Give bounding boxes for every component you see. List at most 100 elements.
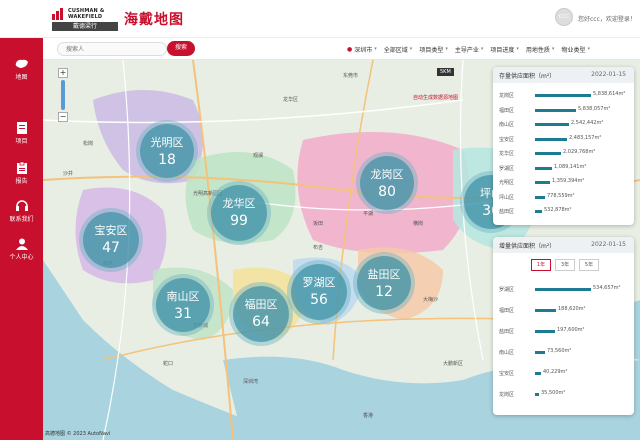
district-count: 99 [230, 213, 248, 229]
filter-label: 深圳市 [354, 46, 373, 54]
row-bar [535, 152, 561, 155]
tab-3-years[interactable]: 3年 [555, 259, 575, 271]
district-count: 31 [174, 306, 192, 322]
stock-supply-panel: 存量供应面积（m²） 2022-01-15 龙岗区 5,838,614m² 福田区 5… [493, 67, 634, 225]
row-bar [535, 372, 541, 375]
district-name: 福田区 [244, 298, 278, 311]
district-bubble-nanshan[interactable]: 南山区 31 [156, 278, 210, 332]
row-value: 2,542,442m² [571, 120, 604, 126]
filter-label: 物业类型 [561, 46, 586, 54]
logo-mark-icon [52, 8, 66, 20]
zoom-slider[interactable] [61, 80, 65, 110]
logo-line2: WAKEFIELD [68, 14, 103, 20]
tab-1-year[interactable]: 1年 [531, 259, 551, 271]
row-district: 宝安区 [499, 371, 515, 377]
sidebar-item-label: 地图 [15, 74, 28, 81]
district-bubble-yantian[interactable]: 盐田区 12 [357, 256, 411, 310]
filter-industry[interactable]: 主导产业 ▾ [455, 45, 484, 54]
sidebar-item-contact[interactable]: 联系我们 [0, 198, 43, 232]
sidebar-item-map[interactable]: 地图 [0, 56, 43, 90]
filter-progress[interactable]: 项目进度 ▾ [490, 45, 519, 54]
filter-label: 项目进度 [490, 46, 515, 54]
district-name: 盐田区 [367, 268, 401, 281]
search-input[interactable] [57, 42, 167, 56]
filter-label: 全部区域 [383, 46, 408, 54]
sidebar-item-label: 项目 [15, 138, 28, 145]
row-value: 197,600m² [557, 327, 585, 333]
row-district: 光明区 [499, 180, 515, 186]
sidebar-item-report[interactable]: 报告 [0, 160, 43, 194]
row-bar [535, 351, 545, 354]
row-bar [535, 94, 591, 97]
district-bubble-futian[interactable]: 福田区 64 [233, 286, 289, 342]
filter-region[interactable]: 全部区域 ▾ [384, 45, 413, 54]
filter-project-type[interactable]: 项目类型 ▾ [419, 45, 448, 54]
filter-property-type[interactable]: 物业类型 ▾ [561, 45, 590, 54]
cushman-wakefield-logo[interactable]: CUSHMAN & WAKEFIELD 戴德梁行 [52, 6, 118, 32]
district-name: 南山区 [166, 290, 200, 303]
row-district: 福田区 [499, 107, 515, 114]
district-bubble-longhua[interactable]: 龙华区 99 [211, 185, 267, 241]
row-value: 5,838,057m² [578, 105, 611, 112]
search-button[interactable]: 搜索 [167, 41, 195, 56]
district-bubble-luohu[interactable]: 罗湖区 56 [291, 264, 347, 320]
map-label: 坂田 [313, 221, 324, 227]
map-label: 深圳湾 [243, 379, 259, 385]
supply-row: 坪山区 778,559m² [493, 191, 634, 204]
brand-title: 海戴地图 [124, 12, 184, 28]
filter-city[interactable]: ● 深圳市 ▾ [347, 45, 377, 54]
scale-badge: 5KM [437, 68, 454, 76]
row-bar [535, 195, 545, 199]
row-value: 778,559m² [547, 192, 575, 199]
row-bar [535, 123, 569, 126]
row-value: 532,878m² [544, 207, 572, 213]
avatar[interactable]: CCC [555, 8, 573, 26]
row-value: 2,483,157m² [569, 134, 602, 141]
row-bar [535, 108, 576, 112]
map-label: 蛇口 [163, 361, 174, 367]
supply-row: 南山区 2,542,442m² [493, 118, 634, 131]
map-label: 龙华区 [283, 97, 299, 103]
panel-date: 2022-01-15 [591, 241, 626, 248]
zoom-out-button[interactable]: − [58, 112, 68, 122]
map-icon [15, 59, 28, 68]
row-value: 1,359,394m² [552, 178, 585, 184]
district-count: 47 [102, 240, 120, 256]
supply-row: 盐田区 532,878m² [493, 205, 634, 218]
panel-title: 增量供应面积（m²） [499, 243, 556, 250]
map-attribution: 高德地图 © 2023 AutoNavi [45, 431, 111, 437]
row-bar [535, 288, 591, 291]
supply-row: 罗湖区 534,657m² [493, 283, 634, 296]
zoom-control: + − [58, 68, 68, 128]
district-bubble-longgang[interactable]: 龙岗区 80 [360, 156, 414, 210]
district-bubble-guangming[interactable]: 光明区 18 [140, 124, 194, 178]
tab-5-years[interactable]: 5年 [579, 259, 599, 271]
row-bar [535, 181, 550, 184]
supply-row: 福田区 188,620m² [493, 304, 634, 317]
row-district: 南山区 [499, 350, 515, 356]
sidebar: 地图 项目 报告 联系我们 个人中心 [0, 38, 43, 440]
user-greeting[interactable]: 您好ccc，欢迎登录！ [578, 14, 636, 23]
document-icon [16, 122, 27, 134]
row-bar [535, 309, 556, 312]
sidebar-item-project[interactable]: 项目 [0, 120, 43, 154]
chevron-down-icon: ▾ [516, 46, 519, 52]
location-pin-icon: ● [347, 45, 353, 53]
district-count: 12 [375, 284, 393, 300]
supply-row: 龙华区 2,029,768m² [493, 147, 634, 160]
filter-bar: ● 深圳市 ▾ 全部区域 ▾ 项目类型 ▾ 主导产业 ▾ 项目进度 ▾ 用地性质… [347, 38, 597, 60]
row-district: 盐田区 [499, 329, 515, 335]
row-value: 35,500m² [541, 390, 566, 396]
row-district: 罗湖区 [499, 165, 515, 172]
zoom-in-button[interactable]: + [58, 68, 68, 78]
supply-row: 光明区 1,359,394m² [493, 176, 634, 189]
district-bubble-baoan[interactable]: 宝安区 47 [83, 212, 139, 268]
map-label: 平湖 [363, 211, 374, 217]
map-label: 大鹏新区 [443, 361, 464, 367]
filter-land-use[interactable]: 用地性质 ▾ [526, 45, 555, 54]
sidebar-item-profile[interactable]: 个人中心 [0, 236, 43, 270]
row-value: 2,029,768m² [563, 149, 596, 155]
row-value: 188,620m² [558, 306, 586, 312]
period-tabs: 1年 3年 5年 [531, 259, 603, 271]
row-district: 罗湖区 [499, 287, 515, 293]
